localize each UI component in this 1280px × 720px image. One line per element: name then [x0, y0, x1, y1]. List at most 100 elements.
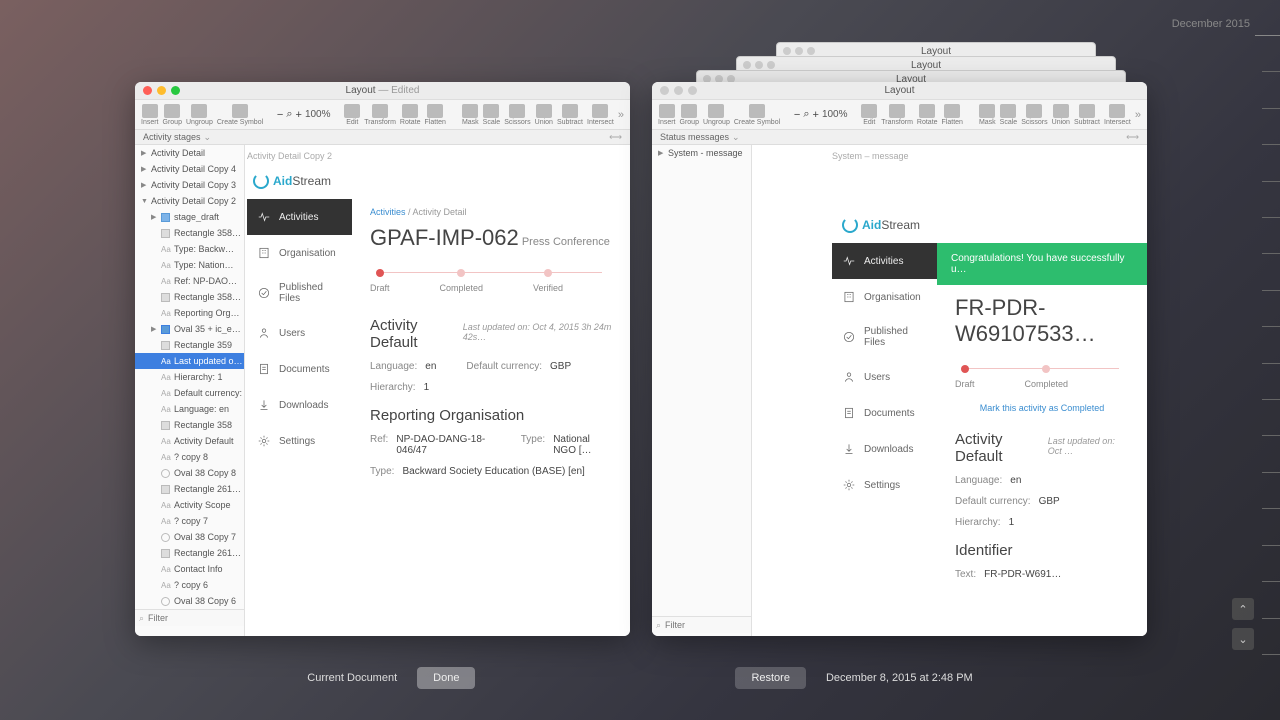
layer-row[interactable]: Rectangle 358… — [135, 225, 244, 241]
layer-row[interactable]: Activity Default — [135, 433, 244, 449]
layer-row[interactable]: System - message — [652, 145, 751, 161]
tool-mask[interactable]: Mask — [979, 104, 996, 126]
layer-filter[interactable]: ⌕ ◈ ✎ ⬚ — [652, 616, 751, 633]
layer-row[interactable]: Default currency: — [135, 385, 244, 401]
sidenav-activities[interactable]: Activities — [832, 243, 937, 279]
layer-row[interactable]: Activity Detail Copy 4 — [135, 161, 244, 177]
layer-row[interactable]: Rectangle 359 — [135, 337, 244, 353]
canvas[interactable]: System – message AidStream ActivitiesOrg… — [752, 145, 1147, 636]
canvas[interactable]: Activity Detail Copy 2 AidStream Activit… — [245, 145, 630, 636]
traffic-lights[interactable] — [143, 86, 180, 95]
tool-subtract[interactable]: Subtract — [557, 104, 583, 126]
tool-flatten[interactable]: Flatten — [942, 104, 963, 126]
page-selector[interactable]: Activity stages⌄ ⟷ — [135, 130, 630, 145]
app-main: Activities / Activity Detail GPAF-IMP-06… — [352, 199, 630, 487]
tool-edit[interactable]: Edit — [344, 104, 360, 126]
titlebar[interactable]: Layout — Edited — [135, 82, 630, 100]
layer-row[interactable]: Hierarchy: 1 — [135, 369, 244, 385]
layer-row[interactable]: ? copy 8 — [135, 449, 244, 465]
layer-row[interactable]: Reporting Org… — [135, 305, 244, 321]
tool-create-symbol[interactable]: Create Symbol — [217, 104, 263, 126]
sidenav-settings[interactable]: Settings — [247, 423, 352, 459]
sidenav-downloads[interactable]: Downloads — [832, 431, 937, 467]
toolbar-overflow-icon[interactable]: » — [1135, 109, 1141, 121]
layer-row[interactable]: Oval 38 Copy 6 — [135, 593, 244, 609]
layer-filter[interactable]: ⌕ ◈ ✎ ⬚ — [135, 609, 244, 626]
sidenav-activities[interactable]: Activities — [247, 199, 352, 235]
sidenav-published-files[interactable]: Published Files — [247, 271, 352, 315]
tool-scale[interactable]: Scale — [483, 104, 501, 126]
layer-row[interactable]: Ref: NP-DAO… — [135, 273, 244, 289]
layer-row[interactable]: Activity Detail Copy 3 — [135, 177, 244, 193]
zoom-control[interactable]: −⌕+100% — [794, 108, 848, 121]
sidenav-organisation[interactable]: Organisation — [832, 279, 937, 315]
tool-rotate[interactable]: Rotate — [917, 104, 938, 126]
sidenav-users[interactable]: Users — [832, 359, 937, 395]
tool-insert[interactable]: Insert — [658, 104, 676, 126]
titlebar[interactable]: Layout — [652, 82, 1147, 100]
sidenav-documents[interactable]: Documents — [832, 395, 937, 431]
tool-ungroup[interactable]: Ungroup — [703, 104, 730, 126]
tool-union[interactable]: Union — [1052, 104, 1070, 126]
current-document-label: Current Document — [307, 672, 397, 684]
layer-row[interactable]: Rectangle 261… — [135, 481, 244, 497]
sidenav-downloads[interactable]: Downloads — [247, 387, 352, 423]
tool-create-symbol[interactable]: Create Symbol — [734, 104, 780, 126]
layer-row[interactable]: ? copy 7 — [135, 513, 244, 529]
layer-row[interactable]: Oval 38 Copy 8 — [135, 465, 244, 481]
tool-scale[interactable]: Scale — [1000, 104, 1018, 126]
restore-button[interactable]: Restore — [735, 667, 806, 689]
layer-row[interactable]: Contact Info — [135, 561, 244, 577]
layer-row[interactable]: Rectangle 261… — [135, 545, 244, 561]
layer-row[interactable]: Activity Detail Copy 2 — [135, 193, 244, 209]
layer-row[interactable]: Activity Scope — [135, 497, 244, 513]
layer-row[interactable]: Rectangle 358… — [135, 289, 244, 305]
tool-intersect[interactable]: Intersect — [1104, 104, 1131, 126]
version-up-button[interactable]: ⌃ — [1232, 598, 1254, 620]
tool-intersect[interactable]: Intersect — [587, 104, 614, 126]
done-button[interactable]: Done — [417, 667, 475, 689]
sidenav-published-files[interactable]: Published Files — [832, 315, 937, 359]
filter-input[interactable] — [148, 613, 245, 623]
tool-group[interactable]: Group — [680, 104, 699, 126]
mark-completed-link[interactable]: Mark this activity as Completed — [955, 399, 1129, 417]
page-selector[interactable]: Status messages⌄ ⟷ — [652, 130, 1147, 145]
tool-rotate[interactable]: Rotate — [400, 104, 421, 126]
tool-union[interactable]: Union — [535, 104, 553, 126]
tool-scissors[interactable]: Scissors — [504, 104, 530, 126]
layer-row[interactable]: Type: Backw… — [135, 241, 244, 257]
layer-row[interactable]: Last updated o… — [135, 353, 244, 369]
stage-verified: Verified — [533, 269, 563, 293]
tool-ungroup[interactable]: Ungroup — [186, 104, 213, 126]
version-down-button[interactable]: ⌄ — [1232, 628, 1254, 650]
tool-edit[interactable]: Edit — [861, 104, 877, 126]
layer-row[interactable]: stage_draft — [135, 209, 244, 225]
layer-list[interactable]: Activity DetailActivity Detail Copy 4Act… — [135, 145, 245, 636]
filter-input[interactable] — [665, 620, 752, 630]
sidenav-organisation[interactable]: Organisation — [247, 235, 352, 271]
tool-insert[interactable]: Insert — [141, 104, 159, 126]
zoom-control[interactable]: −⌕+100% — [277, 108, 331, 121]
layer-row[interactable]: ? copy 6 — [135, 577, 244, 593]
sidenav-users[interactable]: Users — [247, 315, 352, 351]
tool-transform[interactable]: Transform — [881, 104, 913, 126]
layer-row[interactable]: Type: Nation… — [135, 257, 244, 273]
layer-list[interactable]: System - message ⌕ ◈ ✎ ⬚ — [652, 145, 752, 636]
sidenav-documents[interactable]: Documents — [247, 351, 352, 387]
breadcrumb-link[interactable]: Activities — [370, 207, 406, 217]
traffic-lights[interactable] — [660, 86, 697, 95]
layer-row[interactable]: Oval 35 + ic_e… — [135, 321, 244, 337]
tool-transform[interactable]: Transform — [364, 104, 396, 126]
tool-scissors[interactable]: Scissors — [1021, 104, 1047, 126]
toolbar-overflow-icon[interactable]: » — [618, 109, 624, 121]
tool-mask[interactable]: Mask — [462, 104, 479, 126]
layer-row[interactable]: Language: en — [135, 401, 244, 417]
layer-row[interactable]: Activity Detail — [135, 145, 244, 161]
tool-group[interactable]: Group — [163, 104, 182, 126]
layer-row[interactable]: Rectangle 358 — [135, 417, 244, 433]
layer-row[interactable]: Oval 38 Copy 7 — [135, 529, 244, 545]
tool-flatten[interactable]: Flatten — [425, 104, 446, 126]
tool-subtract[interactable]: Subtract — [1074, 104, 1100, 126]
sidenav-settings[interactable]: Settings — [832, 467, 937, 503]
field: Default currency:GBP — [466, 361, 571, 372]
